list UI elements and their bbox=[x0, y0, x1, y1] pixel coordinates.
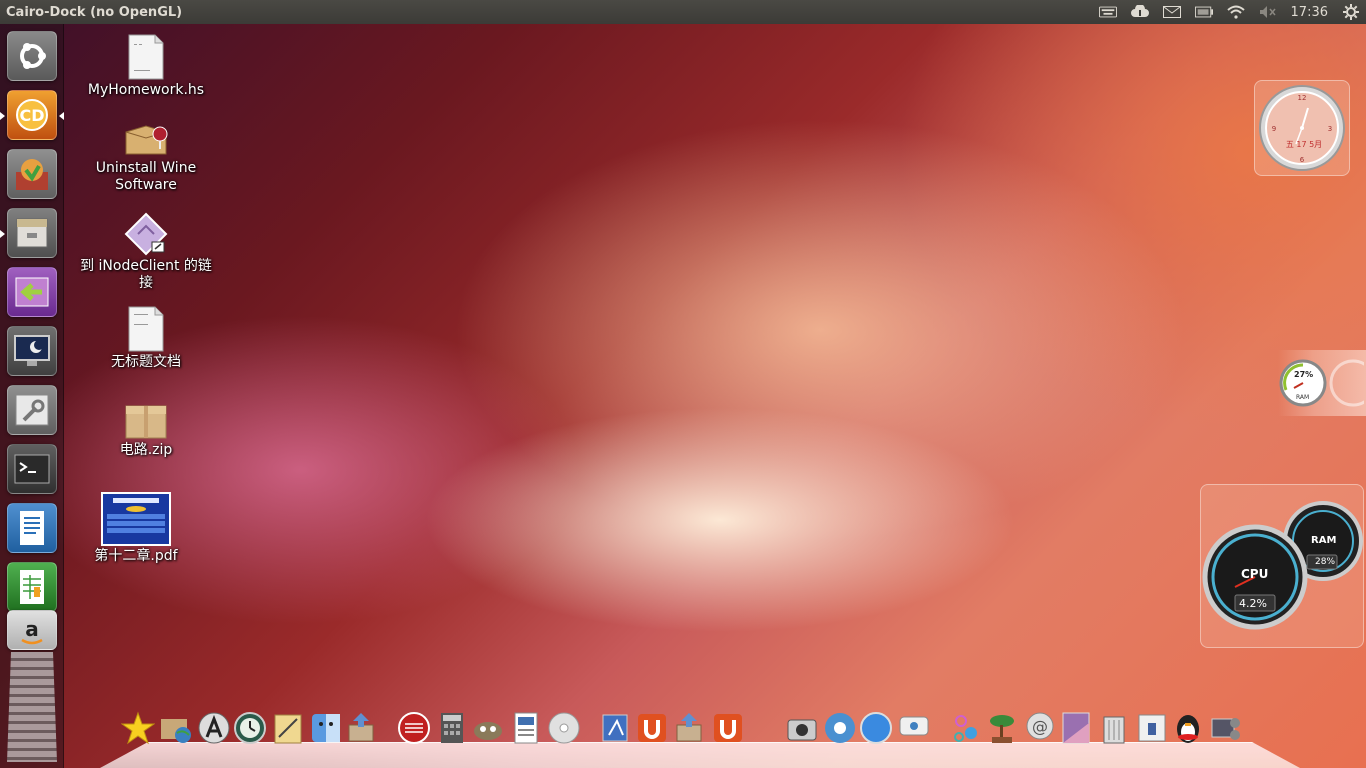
svg-text:3: 3 bbox=[1328, 125, 1332, 133]
clock-date: 五 17 5月 bbox=[1285, 140, 1323, 149]
desktop-icon-myhomework[interactable]: MyHomework.hs bbox=[76, 34, 216, 99]
camera-icon[interactable] bbox=[784, 710, 820, 746]
monitor-moon-icon[interactable] bbox=[7, 326, 57, 376]
battery-icon[interactable] bbox=[1194, 5, 1213, 19]
desktop-icon-untitled-doc[interactable]: 无标题文档 bbox=[76, 306, 216, 371]
trash-icon[interactable] bbox=[1096, 710, 1132, 746]
window-title: Cairo-Dock (no OpenGL) bbox=[6, 4, 183, 20]
svg-text:9: 9 bbox=[1272, 125, 1276, 133]
install-box-icon[interactable] bbox=[672, 710, 708, 746]
gauge-icon bbox=[1329, 359, 1364, 407]
desktop-icon-label: 无标题文档 bbox=[111, 354, 181, 370]
cpu-ram-gauge-icon bbox=[1202, 501, 1363, 630]
keyboard-icon[interactable] bbox=[1098, 5, 1117, 19]
file-cabinet-icon[interactable] bbox=[7, 208, 57, 258]
cairo-dock: @ bbox=[60, 700, 1340, 768]
cpu-label: CPU bbox=[1241, 567, 1269, 581]
cloud-icon[interactable] bbox=[1130, 5, 1149, 19]
pdf-thumbnail-icon bbox=[101, 492, 171, 546]
desktop-icon-label: 到 iNodeClient 的链接 bbox=[80, 258, 212, 291]
ram-label: RAM bbox=[1311, 535, 1337, 546]
document-icon[interactable] bbox=[508, 710, 544, 746]
desktop-icon-label: Uninstall Wine Software bbox=[95, 160, 197, 193]
install-box-icon[interactable] bbox=[344, 710, 380, 746]
text-file-icon bbox=[128, 306, 164, 352]
calc-icon[interactable] bbox=[7, 562, 57, 612]
running-indicator bbox=[0, 230, 5, 238]
timemachine-icon[interactable] bbox=[232, 710, 268, 746]
switch-arrow-icon[interactable] bbox=[7, 267, 57, 317]
red-media-icon[interactable] bbox=[396, 710, 432, 746]
svg-text:@: @ bbox=[1032, 717, 1048, 736]
safari-icon[interactable] bbox=[858, 710, 894, 746]
indicator-area: 17:36 bbox=[1098, 4, 1360, 20]
wine-box-icon bbox=[125, 125, 168, 155]
system-monitor-widget[interactable]: CPU 4.2% RAM 28% bbox=[1200, 484, 1364, 648]
notes-icon[interactable] bbox=[270, 710, 306, 746]
svg-text:a: a bbox=[25, 617, 39, 641]
desktop-icon-chapter12-pdf[interactable]: 第十二章.pdf bbox=[66, 492, 206, 565]
globe-folder-icon[interactable] bbox=[158, 710, 194, 746]
gear-icon[interactable] bbox=[1342, 4, 1360, 20]
chrome-icon[interactable] bbox=[822, 710, 858, 746]
bubbles-icon[interactable] bbox=[948, 710, 984, 746]
wallpaper-icon[interactable] bbox=[1058, 710, 1094, 746]
finder-small-icon[interactable] bbox=[1134, 710, 1170, 746]
ram-value: 28% bbox=[1315, 557, 1336, 567]
top-panel: Cairo-Dock (no OpenGL) 17:36 bbox=[0, 0, 1366, 24]
wrench-icon[interactable] bbox=[7, 385, 57, 435]
cpu-value: 4.2% bbox=[1239, 597, 1267, 610]
ram-gauge-widget[interactable]: 27% RAM bbox=[1278, 350, 1366, 416]
unity-launcher: CD a bbox=[0, 24, 64, 768]
chat-icon[interactable] bbox=[896, 710, 932, 746]
gimp-icon[interactable] bbox=[470, 710, 506, 746]
mail-at-icon[interactable]: @ bbox=[1022, 710, 1058, 746]
writer-icon[interactable] bbox=[7, 503, 57, 553]
mail-icon[interactable] bbox=[1162, 5, 1181, 19]
volume-muted-icon[interactable] bbox=[1259, 5, 1277, 19]
amazon-icon[interactable]: a bbox=[7, 610, 57, 650]
zip-box-icon bbox=[125, 405, 167, 439]
clock-widget[interactable]: 12 3 6 9 五 17 5月 bbox=[1254, 80, 1350, 176]
clock-time[interactable]: 17:36 bbox=[1291, 5, 1328, 20]
desktop-icon-label: 电路.zip bbox=[119, 442, 173, 458]
ubuntu-logo-icon[interactable] bbox=[7, 31, 57, 81]
disc-icon[interactable] bbox=[546, 710, 582, 746]
svg-text:6: 6 bbox=[1300, 156, 1305, 164]
preview-icon[interactable] bbox=[598, 710, 634, 746]
svg-text:CD: CD bbox=[19, 106, 44, 125]
ram-small-label: RAM bbox=[1296, 394, 1310, 401]
qq-penguin-icon[interactable] bbox=[1170, 710, 1206, 746]
video-icon[interactable] bbox=[1208, 710, 1244, 746]
running-indicator bbox=[0, 112, 5, 120]
desktop-icon-circuit-zip[interactable]: 电路.zip bbox=[76, 400, 216, 459]
desktop-icon-inode-link[interactable]: 到 iNodeClient 的链接 bbox=[76, 212, 216, 292]
ubuntu-one-icon[interactable] bbox=[710, 710, 746, 746]
launcher-overflow-stack[interactable] bbox=[7, 652, 57, 762]
desktop-icon-uninstall-wine[interactable]: Uninstall Wine Software bbox=[76, 118, 216, 194]
finder-icon[interactable] bbox=[308, 710, 344, 746]
terminal-icon[interactable] bbox=[7, 444, 57, 494]
desktop-icon-label: 第十二章.pdf bbox=[94, 548, 178, 564]
link-diamond-icon bbox=[124, 212, 168, 256]
ram-small-value: 27% bbox=[1294, 370, 1314, 379]
text-file-icon bbox=[128, 34, 164, 80]
svg-text:12: 12 bbox=[1298, 94, 1307, 102]
accessories-icon[interactable] bbox=[196, 710, 232, 746]
cairo-dock-icon[interactable]: CD bbox=[7, 90, 57, 140]
desktop-icon-label: MyHomework.hs bbox=[87, 82, 205, 98]
analog-clock-icon: 12 3 6 9 bbox=[1259, 85, 1345, 171]
star-icon[interactable] bbox=[120, 710, 156, 746]
calculator-icon[interactable] bbox=[434, 710, 470, 746]
wifi-icon[interactable] bbox=[1226, 5, 1245, 19]
active-indicator bbox=[59, 112, 64, 120]
bonsai-icon[interactable] bbox=[984, 710, 1020, 746]
update-manager-icon[interactable] bbox=[7, 149, 57, 199]
ubuntu-one-icon[interactable] bbox=[634, 710, 670, 746]
